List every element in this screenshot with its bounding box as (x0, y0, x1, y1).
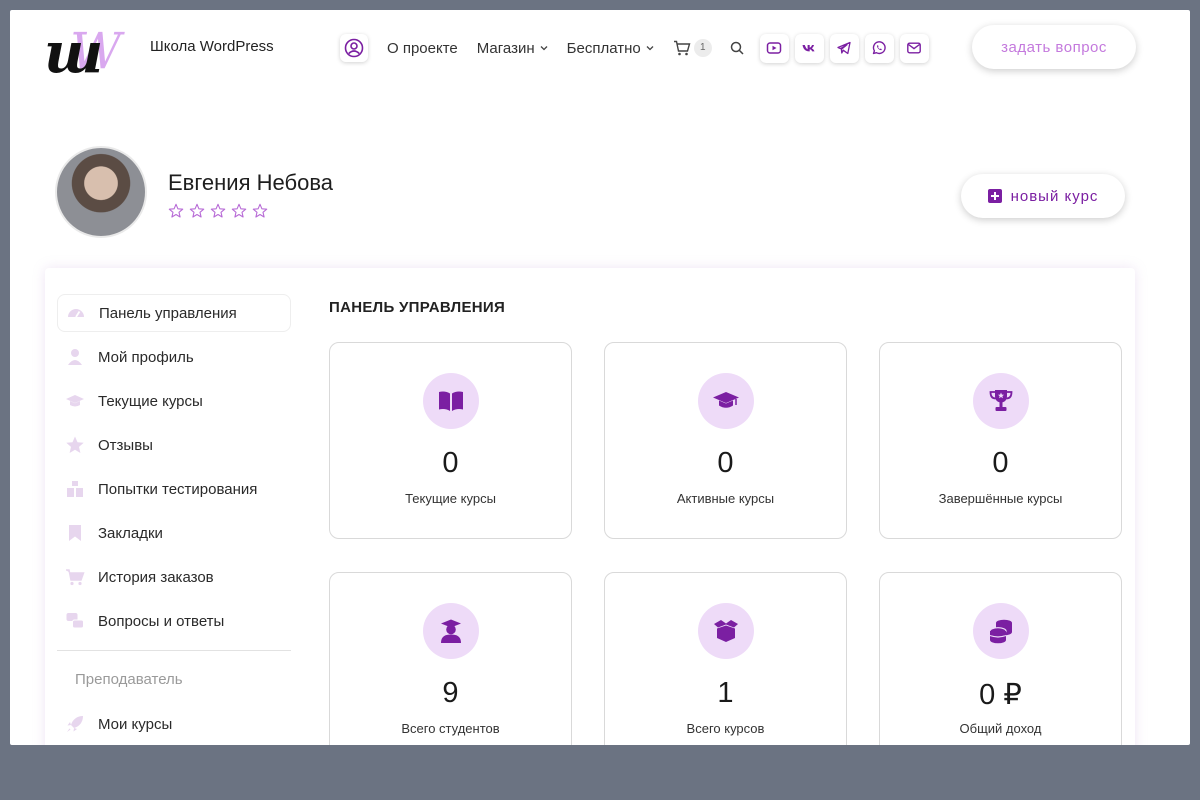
bookmark-icon (65, 523, 85, 543)
stat-card-active-courses: 0 Активные курсы (604, 342, 847, 539)
nav-free-label: Бесплатно (566, 39, 641, 57)
nav-free[interactable]: Бесплатно (567, 40, 654, 57)
stat-label: Текущие курсы (405, 491, 496, 506)
stat-card-total-courses: 1 Всего курсов (604, 572, 847, 745)
sidebar-item-label: История заказов (98, 568, 214, 586)
dashboard-panel: Панель управления Мой профиль Текущие ку… (45, 268, 1135, 745)
stat-value: 0 (717, 447, 734, 479)
ask-question-button[interactable]: задать вопрос (972, 25, 1136, 69)
telegram-button[interactable] (829, 33, 859, 63)
youtube-icon (766, 42, 782, 54)
sidebar-item-label: Закладки (98, 524, 163, 542)
nav-about-label: О проекте (387, 39, 458, 57)
student-icon (423, 603, 479, 659)
youtube-button[interactable] (759, 33, 789, 63)
stat-card-total-students: 9 Всего студентов (329, 572, 572, 745)
cart-button[interactable]: 1 (673, 39, 712, 57)
sidebar-item-profile[interactable]: Мой профиль (57, 338, 291, 376)
mail-icon (907, 42, 922, 54)
stat-label: Общий доход (959, 721, 1042, 736)
user-avatar[interactable] (55, 146, 147, 238)
plus-square-icon (987, 189, 1002, 203)
new-course-label: новый курс (1010, 187, 1099, 205)
sidebar-item-current-courses[interactable]: Текущие курсы (57, 382, 291, 420)
cart-count-badge: 1 (693, 39, 712, 57)
whatsapp-button[interactable] (864, 33, 894, 63)
sidebar-divider (57, 650, 291, 651)
account-button[interactable] (340, 34, 368, 62)
svg-text:ш: ш (44, 22, 103, 78)
sidebar-item-label: Мои курсы (98, 715, 173, 733)
mail-button[interactable] (899, 33, 929, 63)
coins-icon (973, 603, 1029, 659)
nav-shop[interactable]: Магазин (477, 40, 548, 57)
vk-button[interactable] (794, 33, 824, 63)
sidebar-item-qa[interactable]: Вопросы и ответы (57, 602, 291, 640)
graduation-cap-icon (65, 391, 85, 411)
user-name: Евгения Небова (168, 170, 333, 195)
sidebar-item-label: Отзывы (98, 436, 153, 454)
cart-icon (673, 40, 691, 56)
star-outline-icon (189, 203, 205, 218)
main-nav: О проекте Магазин Бесплатно 1 (340, 33, 935, 63)
stat-label: Активные курсы (676, 491, 775, 506)
vk-icon (802, 45, 815, 52)
stat-card-total-revenue: 0 ₽ Общий доход (879, 572, 1122, 745)
user-icon (65, 347, 85, 367)
stat-value: 1 (717, 677, 734, 709)
stat-label: Всего курсов (686, 721, 765, 736)
star-icon (65, 435, 85, 455)
stat-value: 0 (442, 447, 459, 479)
rating-stars (168, 203, 273, 219)
stat-label: Всего студентов (401, 721, 500, 736)
star-outline-icon (252, 203, 268, 218)
sidebar-item-label: Панель управления (99, 304, 237, 322)
social-links (759, 33, 935, 63)
stat-card-current-courses: 0 Текущие курсы (329, 342, 572, 539)
qa-icon (65, 611, 85, 631)
chevron-down-icon (646, 46, 654, 51)
sidebar-item-label: Попытки тестирования (98, 480, 258, 498)
box-icon (698, 603, 754, 659)
search-icon (730, 41, 744, 55)
stat-value: 0 ₽ (979, 679, 1022, 711)
sidebar-section-instructor: Преподаватель (75, 671, 183, 688)
cart-icon (65, 567, 85, 587)
nav-about[interactable]: О проекте (387, 40, 458, 57)
sidebar-nav: Панель управления Мой профиль Текущие ку… (57, 294, 291, 745)
stat-value: 0 (992, 447, 1009, 479)
telegram-icon (837, 41, 851, 55)
dashboard-icon (66, 303, 86, 323)
sidebar-item-dashboard[interactable]: Панель управления (57, 294, 291, 332)
book-icon (423, 373, 479, 429)
stat-value: 9 (442, 677, 459, 709)
star-outline-icon (231, 203, 247, 218)
whatsapp-icon (873, 41, 886, 55)
stat-card-completed-courses: 0 Завершённые курсы (879, 342, 1122, 539)
user-circle-icon (344, 38, 364, 58)
sidebar-item-quiz-attempts[interactable]: Попытки тестирования (57, 470, 291, 508)
chevron-down-icon (540, 46, 548, 51)
nav-shop-label: Магазин (476, 39, 535, 57)
graduation-cap-icon (698, 373, 754, 429)
sidebar-item-bookmarks[interactable]: Закладки (57, 514, 291, 552)
stat-label: Завершённые курсы (938, 491, 1063, 506)
trophy-icon (973, 373, 1029, 429)
page-title: ПАНЕЛЬ УПРАВЛЕНИЯ (329, 299, 506, 316)
sidebar-item-label: Текущие курсы (98, 392, 203, 410)
rocket-icon (65, 714, 85, 734)
quiz-icon (65, 479, 85, 499)
star-outline-icon (168, 203, 184, 218)
site-logo[interactable]: W ш (44, 20, 136, 86)
search-button[interactable] (728, 39, 746, 57)
sidebar-item-label: Мой профиль (98, 348, 194, 366)
site-title[interactable]: Школа WordPress (150, 38, 274, 55)
sidebar-item-my-courses[interactable]: Мои курсы (57, 705, 291, 743)
sidebar-item-reviews[interactable]: Отзывы (57, 426, 291, 464)
sidebar-item-order-history[interactable]: История заказов (57, 558, 291, 596)
sidebar-item-label: Вопросы и ответы (98, 612, 225, 630)
new-course-button[interactable]: новый курс (961, 174, 1125, 218)
browser-frame: W ш Школа WordPress О проекте Магазин Бе… (10, 10, 1190, 745)
star-outline-icon (210, 203, 226, 218)
